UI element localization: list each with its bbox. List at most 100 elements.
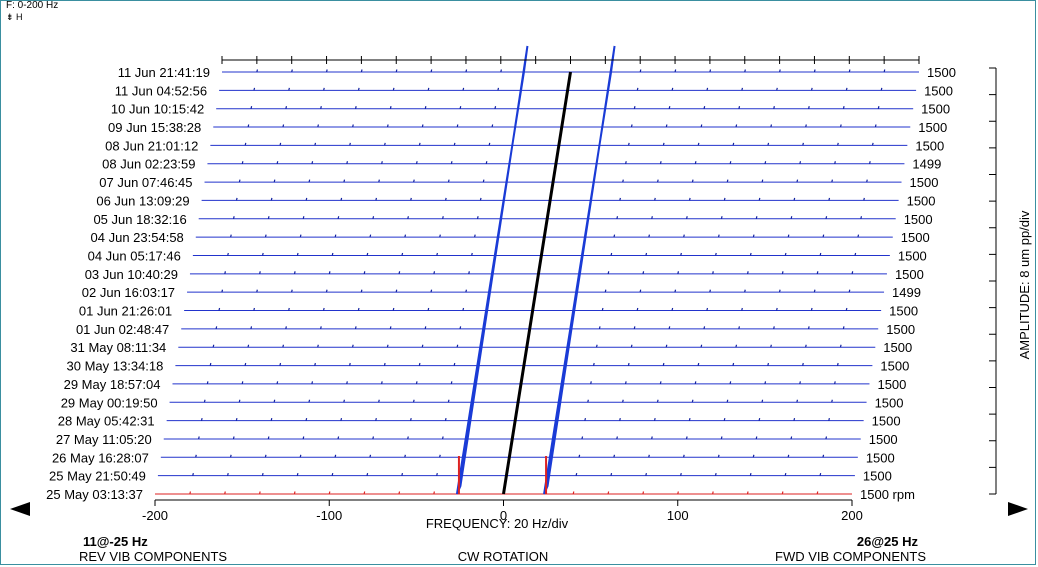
harmonic-blip bbox=[671, 307, 674, 311]
harmonic-blip bbox=[276, 161, 279, 164]
harmonic-blip bbox=[465, 289, 468, 293]
harmonic-blip bbox=[375, 417, 377, 421]
harmonic-blip bbox=[322, 307, 325, 311]
harmonic-blip bbox=[404, 234, 407, 238]
harmonic-blip bbox=[860, 216, 863, 219]
harmonic-blip bbox=[677, 491, 679, 495]
row-timestamp: 09 Jun 15:38:28 bbox=[108, 120, 201, 135]
harmonic-blip bbox=[250, 106, 253, 109]
harmonic-blip bbox=[264, 234, 267, 238]
harmonic-blip bbox=[799, 381, 801, 385]
harmonic-blip bbox=[444, 197, 447, 201]
harmonic-blip bbox=[874, 124, 877, 128]
harmonic-blip bbox=[578, 454, 581, 458]
harmonic-blip bbox=[706, 307, 709, 311]
y-axis-title: AMPLITUDE: 8 um pp/div bbox=[1017, 210, 1032, 359]
harmonic-blip bbox=[291, 69, 293, 73]
harmonic-blip bbox=[349, 362, 351, 366]
harmonic-blip bbox=[854, 252, 857, 256]
harmonic-blip bbox=[450, 161, 453, 164]
harmonic-blip bbox=[218, 307, 221, 311]
harmonic-blip bbox=[386, 124, 389, 128]
harmonic-blip bbox=[616, 216, 619, 219]
harmonic-blip bbox=[871, 142, 874, 146]
row-rpm: 1500 bbox=[910, 175, 939, 190]
harmonic-blip bbox=[427, 307, 430, 311]
harmonic-blip bbox=[758, 197, 761, 201]
harmonic-blip bbox=[288, 307, 290, 311]
harmonic-blip bbox=[340, 417, 343, 421]
harmonic-blip bbox=[682, 454, 685, 458]
harmonic-blip bbox=[389, 326, 392, 330]
harmonic-blip bbox=[645, 473, 647, 476]
harmonic-blip bbox=[433, 271, 436, 274]
harmonic-blip bbox=[253, 307, 256, 311]
harmonic-blip bbox=[325, 289, 328, 293]
harmonic-blip bbox=[227, 252, 229, 256]
harmonic-blip bbox=[779, 69, 781, 73]
harmonic-blip bbox=[331, 252, 334, 256]
harmonic-blip bbox=[805, 124, 807, 128]
harmonic-blip bbox=[293, 491, 296, 495]
harmonic-blip bbox=[613, 454, 616, 458]
harmonic-blip bbox=[340, 197, 343, 201]
harmonic-blip bbox=[343, 179, 346, 183]
harmonic-blip bbox=[810, 87, 813, 91]
harmonic-blip bbox=[337, 436, 340, 440]
harmonic-blip bbox=[691, 179, 694, 183]
row-rpm: 1500 bbox=[907, 193, 936, 208]
harmonic-blip bbox=[421, 344, 424, 348]
harmonic-blip bbox=[323, 87, 325, 91]
harmonic-blip bbox=[703, 326, 706, 330]
row-timestamp: 03 Jun 10:40:29 bbox=[85, 267, 178, 282]
harmonic-blip bbox=[264, 454, 267, 458]
harmonic-blip bbox=[834, 381, 836, 385]
harmonic-blip bbox=[735, 124, 738, 128]
harmonic-blip bbox=[372, 216, 375, 219]
harmonic-blip bbox=[784, 252, 787, 256]
harmonic-blip bbox=[244, 142, 247, 146]
harmonic-blip bbox=[746, 271, 749, 274]
row-rpm: 1500 bbox=[875, 395, 904, 410]
harmonic-blip bbox=[857, 234, 860, 238]
harmonic-blip bbox=[384, 142, 386, 146]
harmonic-blip bbox=[837, 142, 839, 146]
row-rpm: 1500 rpm bbox=[860, 487, 915, 502]
row-timestamp: 25 May 21:50:49 bbox=[49, 469, 146, 484]
harmonic-blip bbox=[410, 197, 412, 201]
harmonic-blip bbox=[227, 473, 229, 476]
harmonic-blip bbox=[203, 399, 206, 403]
harmonic-blip bbox=[261, 473, 264, 476]
harmonic-blip bbox=[410, 417, 412, 421]
harmonic-blip bbox=[259, 271, 261, 274]
harmonic-blip bbox=[244, 362, 247, 366]
harmonic-blip bbox=[813, 289, 816, 293]
harmonic-blip bbox=[802, 362, 804, 366]
harmonic-blip bbox=[665, 344, 668, 348]
harmonic-blip bbox=[453, 142, 456, 146]
harmonic-blip bbox=[229, 454, 232, 458]
harmonic-blip bbox=[764, 381, 767, 385]
harmonic-blip bbox=[427, 87, 430, 91]
harmonic-blip bbox=[642, 491, 645, 495]
harmonic-blip bbox=[215, 326, 218, 330]
harmonic-blip bbox=[407, 216, 409, 219]
row-rpm: 1500 bbox=[886, 322, 915, 337]
harmonic-blip bbox=[462, 307, 465, 311]
harmonic-blip bbox=[709, 289, 711, 293]
harmonic-blip bbox=[845, 87, 848, 91]
harmonic-blip bbox=[412, 399, 415, 403]
harmonic-blip bbox=[778, 289, 781, 293]
harmonic-blip bbox=[828, 197, 831, 201]
harmonic-blip bbox=[741, 307, 743, 311]
harmonic-blip bbox=[604, 289, 607, 293]
harmonic-blip bbox=[473, 234, 476, 238]
scroll-left-icon[interactable] bbox=[10, 502, 30, 516]
harmonic-blip bbox=[430, 289, 433, 293]
harmonic-blip bbox=[715, 252, 717, 256]
harmonic-blip bbox=[622, 179, 624, 183]
row-rpm: 1500 bbox=[889, 304, 918, 319]
scroll-right-icon[interactable] bbox=[1008, 502, 1028, 516]
harmonic-blip bbox=[378, 179, 380, 183]
row-timestamp: 29 May 00:19:50 bbox=[61, 395, 158, 410]
